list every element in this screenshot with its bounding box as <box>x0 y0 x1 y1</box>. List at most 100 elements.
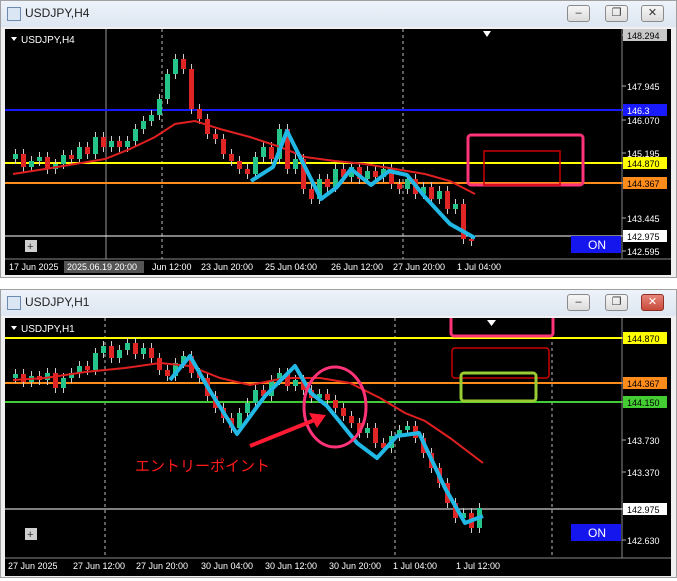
time-axis: 27 Jun 2025 27 Jun 12:00 27 Jun 20:00 30 Ju… <box>8 561 500 571</box>
restore-button[interactable]: ❐ <box>605 294 628 311</box>
title-bar[interactable]: USDJPY,H4 – ❐ ✕ <box>1 1 676 27</box>
price-label: 147.945 <box>627 82 660 92</box>
minimize-button[interactable]: – <box>567 5 590 22</box>
candle <box>221 139 226 154</box>
time-label: 30 Jun 20:00 <box>329 561 381 571</box>
candle <box>29 161 34 167</box>
candle <box>453 204 458 209</box>
chart-canvas[interactable]: エントリーポイント 144.870 144.367 144.150 143.730 14… <box>5 313 671 576</box>
time-label: 17 Jun 2025 <box>9 262 59 272</box>
candle <box>149 348 154 358</box>
candle <box>245 169 250 174</box>
candle <box>93 137 98 154</box>
time-label: 27 Jun 12:00 <box>73 561 125 571</box>
candle <box>13 374 18 378</box>
chart-canvas[interactable]: 148.294147.945146.945146.070145.195144.8… <box>5 29 671 275</box>
title-bar[interactable]: USDJPY,H1 – ❐ ✕ <box>1 290 676 316</box>
price-label: 146.070 <box>627 116 660 126</box>
candle <box>21 374 26 382</box>
price-axis: 144.870 144.367 144.150 143.730 143.370 142.9… <box>622 332 667 546</box>
time-label: Jun 12:00 <box>152 262 192 272</box>
candle <box>117 350 122 358</box>
candle <box>133 129 138 141</box>
chart-symbol-label: USDJPY,H4 <box>21 35 75 46</box>
price-label: 143.445 <box>627 214 660 224</box>
candle <box>197 109 202 119</box>
time-label: 26 Jun 12:00 <box>331 262 383 272</box>
restore-button[interactable]: ❐ <box>605 5 628 22</box>
price-label: 142.630 <box>627 536 660 546</box>
time-label: 23 Jun 20:00 <box>201 262 253 272</box>
price-axis: 148.294147.945146.945146.070145.195144.8… <box>622 29 667 257</box>
candle <box>365 428 370 433</box>
candle <box>133 343 138 354</box>
candle <box>141 121 146 129</box>
candle <box>141 348 146 354</box>
price-chart-h1[interactable]: エントリーポイント 144.870144.367144.150143.73014… <box>5 313 671 576</box>
candle <box>45 157 50 169</box>
time-label: 27 Jun 20:00 <box>393 262 445 272</box>
candle <box>253 157 258 174</box>
candle <box>325 394 330 400</box>
price-label: 143.730 <box>627 436 660 446</box>
candle <box>253 390 258 403</box>
candle <box>61 155 66 164</box>
time-label: 25 Jun 04:00 <box>265 262 317 272</box>
candle <box>365 171 370 179</box>
time-label: 30 Jun 12:00 <box>265 561 317 571</box>
candle <box>37 157 42 161</box>
dropdown-triangle-icon <box>11 37 17 41</box>
candles-group <box>13 54 474 246</box>
candle <box>117 141 122 147</box>
candle <box>269 147 274 159</box>
minimize-button[interactable]: – <box>567 294 590 311</box>
candle <box>349 416 354 423</box>
chart-window-icon <box>7 296 21 310</box>
price-label: 144.870 <box>627 334 660 344</box>
candle <box>109 346 114 358</box>
price-label: 142.975 <box>627 232 660 242</box>
candle <box>181 59 186 69</box>
candle <box>85 366 90 370</box>
chart-window-h1: USDJPY,H1 – ❐ ✕ エントリーポイント 144.870 144.36… <box>0 289 677 578</box>
time-label: 1 Jul 04:00 <box>393 561 437 571</box>
price-label: 142.595 <box>627 247 660 257</box>
candle <box>229 154 234 161</box>
candle <box>93 353 98 370</box>
time-label: 1 Jul 04:00 <box>457 262 501 272</box>
candle <box>397 184 402 189</box>
candle <box>157 99 162 115</box>
chart-window-icon <box>7 7 21 21</box>
chart-symbol-label: USDJPY,H1 <box>21 324 75 335</box>
candle <box>173 59 178 74</box>
zigzag-line <box>249 129 476 240</box>
chart-window-h4: USDJPY,H4 – ❐ ✕ 148.294 147.945 146.070 … <box>0 0 677 278</box>
on-button[interactable]: ON <box>588 526 606 540</box>
triangle-marker-icon <box>487 320 496 326</box>
price-chart-h4[interactable]: 148.294147.945146.945146.070145.195144.8… <box>5 29 671 275</box>
price-label: 144.870 <box>627 159 660 169</box>
candle <box>213 134 218 139</box>
time-label: 1 Jul 12:00 <box>456 561 500 571</box>
target-box-green <box>459 371 538 403</box>
window-title: USDJPY,H4 <box>25 6 90 20</box>
price-label: 148.294 <box>627 31 660 41</box>
candle <box>21 154 26 167</box>
candle <box>149 115 154 121</box>
candle <box>245 403 250 413</box>
candle <box>85 147 90 154</box>
close-button[interactable]: ✕ <box>641 294 664 311</box>
candle <box>13 154 18 159</box>
svg-text:+: + <box>27 529 33 541</box>
time-label: 27 Jun 2025 <box>8 561 58 571</box>
price-label: 144.367 <box>627 379 660 389</box>
on-button[interactable]: ON <box>588 238 606 252</box>
candle <box>101 137 106 147</box>
candle <box>373 428 378 443</box>
candle <box>165 370 170 376</box>
target-box-pink <box>466 133 585 187</box>
target-box-red <box>483 150 561 186</box>
dropdown-triangle-icon <box>11 326 17 330</box>
crosshair-time-label: 2025.06.19 20:00 <box>67 262 137 272</box>
close-button[interactable]: ✕ <box>641 5 664 22</box>
